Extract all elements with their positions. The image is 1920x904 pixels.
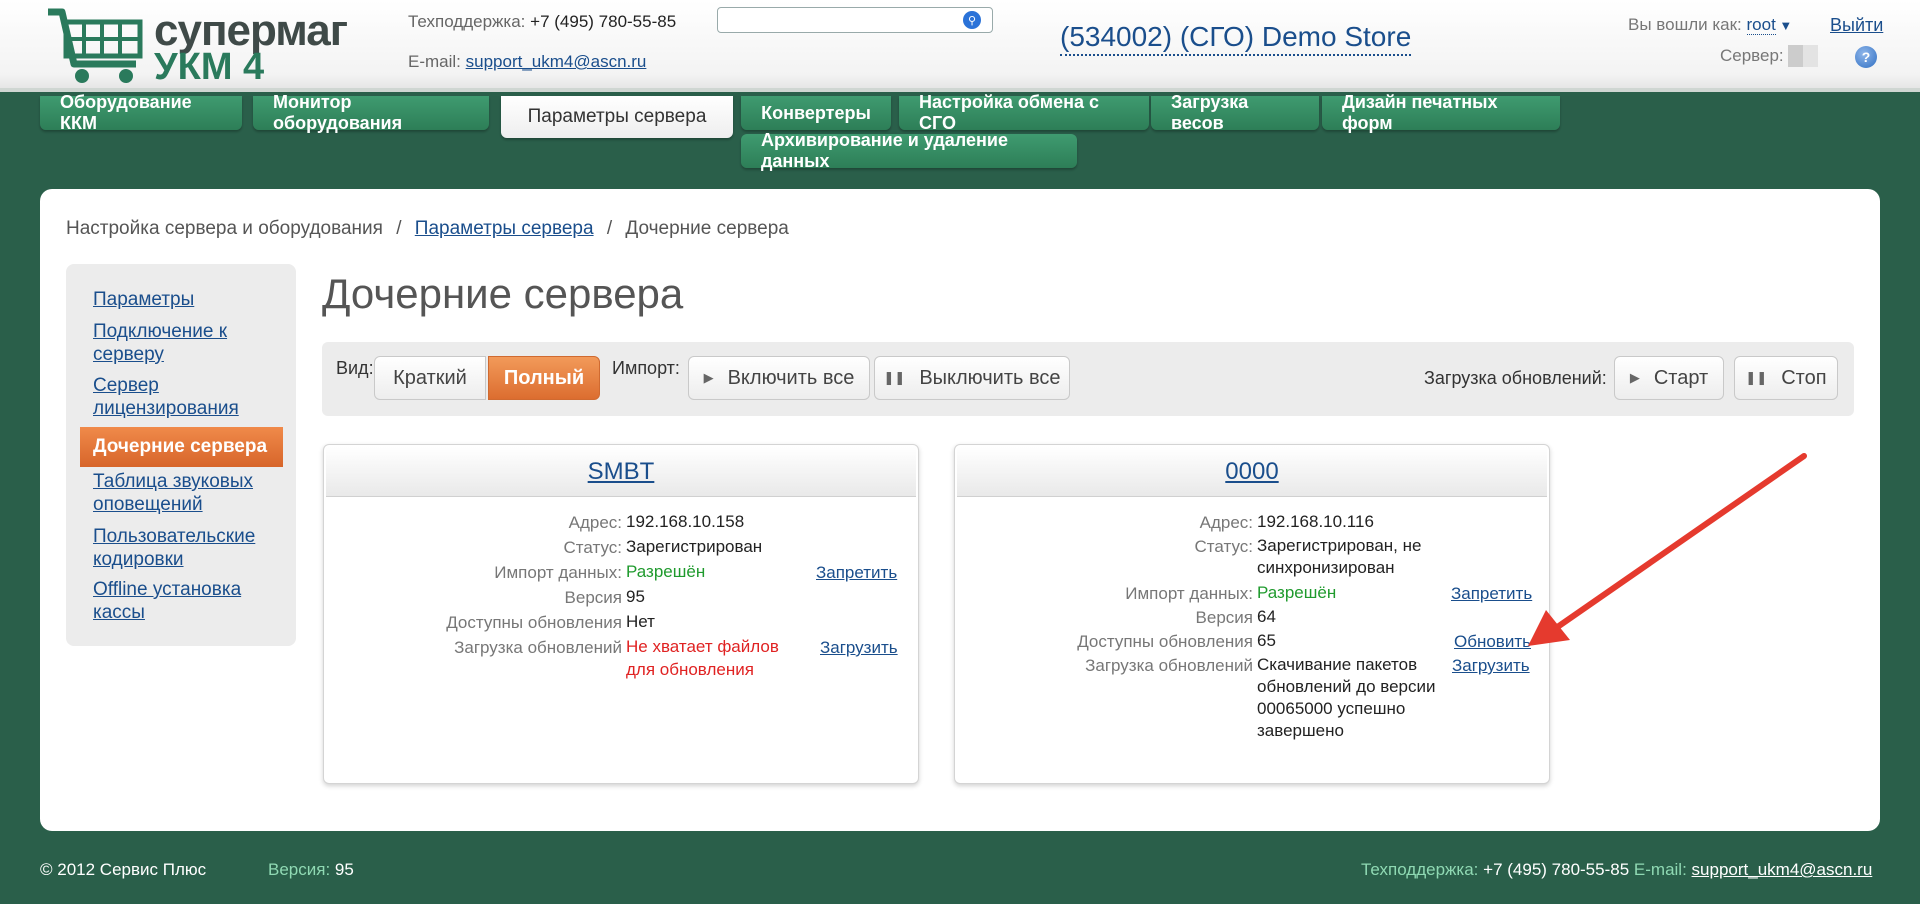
footer-version-value: 95	[334, 860, 354, 879]
footer-email-link[interactable]: support_ukm4@ascn.ru	[1692, 860, 1873, 879]
footer-support: Техподдержка: +7 (495) 780-55-85 E-mail:…	[1361, 860, 1872, 880]
footer-version-label: Версия:	[268, 860, 331, 879]
footer-copyright: © 2012 Сервис Плюс	[40, 860, 207, 879]
footer-phone: +7 (495) 780-55-85	[1483, 860, 1630, 879]
footer-email-label: E-mail:	[1633, 860, 1687, 879]
footer-support-label: Техподдержка:	[1361, 860, 1479, 879]
footer-version: Версия: 95	[268, 860, 354, 880]
annotation-arrow	[1528, 453, 1807, 646]
